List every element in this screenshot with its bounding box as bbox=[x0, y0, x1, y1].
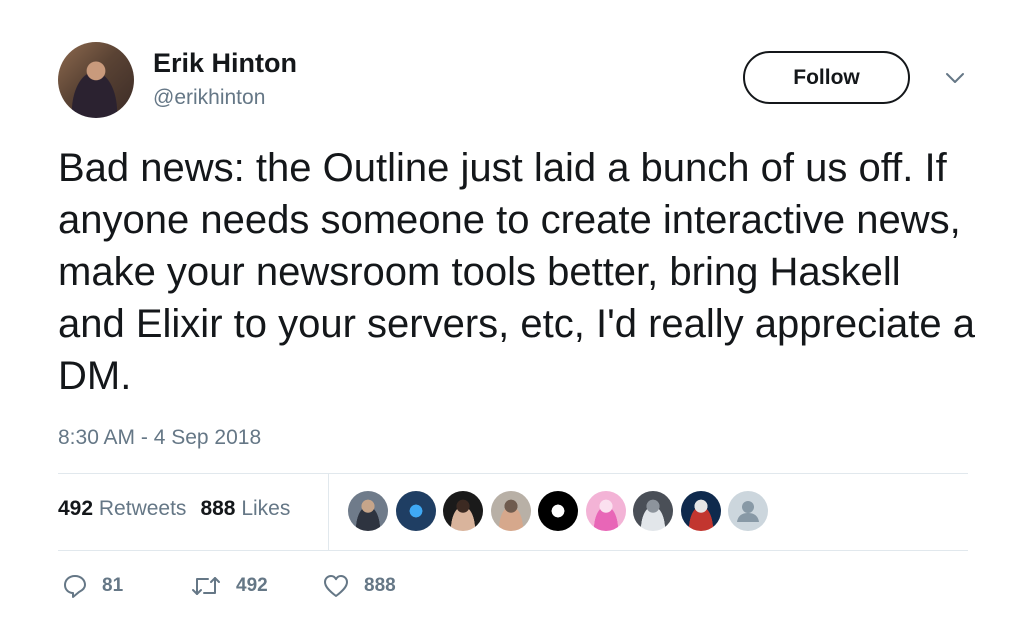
retweet-icon bbox=[192, 577, 220, 595]
liker-avatar[interactable] bbox=[680, 491, 721, 531]
author-avatar[interactable] bbox=[58, 42, 134, 118]
follow-button[interactable]: Follow bbox=[743, 51, 910, 104]
retweets-stat[interactable]: 492 Retweets bbox=[58, 497, 186, 520]
liker-avatar[interactable] bbox=[633, 491, 673, 531]
retweets-count: 492 bbox=[58, 497, 94, 520]
likes-stat[interactable]: 888 Likes bbox=[200, 497, 290, 520]
like-action[interactable]: 888 bbox=[322, 573, 396, 599]
likes-label: Likes bbox=[241, 497, 291, 520]
retweet-count: 492 bbox=[236, 575, 268, 596]
stats-divider bbox=[328, 474, 329, 550]
tweet-text: Bad news: the Outline just laid a bunch … bbox=[58, 146, 975, 398]
author-name[interactable]: Erik Hinton bbox=[153, 48, 297, 79]
engagement-stats: 492 Retweets 888 Likes bbox=[58, 497, 290, 521]
liker-avatar[interactable] bbox=[395, 491, 436, 531]
reply-icon bbox=[64, 575, 86, 598]
chevron-down-icon[interactable] bbox=[944, 70, 966, 86]
divider-bottom bbox=[58, 550, 968, 551]
heart-icon bbox=[324, 575, 348, 597]
liker-avatar[interactable] bbox=[538, 491, 578, 531]
divider-top bbox=[58, 473, 968, 474]
liker-avatar[interactable] bbox=[585, 491, 626, 531]
retweet-action[interactable]: 492 bbox=[190, 573, 268, 599]
default-avatar[interactable] bbox=[728, 491, 768, 531]
tweet-timestamp[interactable]: 8:30 AM - 4 Sep 2018 bbox=[58, 426, 261, 450]
like-count: 888 bbox=[364, 575, 396, 596]
liker-avatar[interactable] bbox=[348, 491, 388, 531]
reply-action[interactable]: 81 bbox=[62, 573, 123, 599]
likes-count: 888 bbox=[200, 497, 236, 520]
author-handle[interactable]: @erikhinton bbox=[153, 86, 265, 110]
retweets-label: Retweets bbox=[98, 497, 187, 520]
liker-avatar[interactable] bbox=[443, 491, 483, 531]
reply-count: 81 bbox=[102, 575, 124, 596]
liker-avatar[interactable] bbox=[490, 491, 531, 531]
